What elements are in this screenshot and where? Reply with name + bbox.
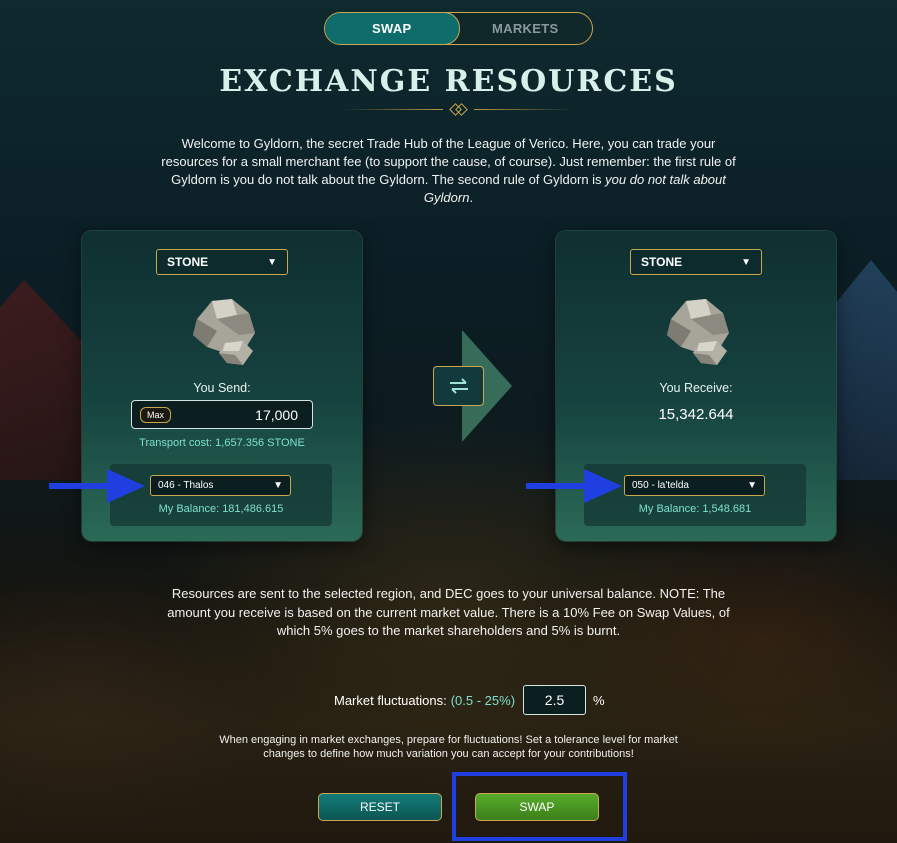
- receive-resource-select[interactable]: STONE ▼: [630, 249, 762, 275]
- chevron-down-icon: ▼: [267, 256, 277, 268]
- percent-sign: %: [593, 692, 605, 708]
- annotation-arrow-icon: [49, 469, 145, 503]
- transport-cost: Transport cost: 1,657.356 STONE: [139, 437, 305, 449]
- annotation-highlight-box: [452, 772, 627, 841]
- reset-button[interactable]: RESET: [318, 793, 442, 821]
- receive-amount: 15,342.644: [658, 406, 734, 423]
- market-fluctuation-row: Market fluctuations: (0.5 - 25%) 2.5 %: [334, 685, 605, 715]
- tab-markets[interactable]: MARKETS: [459, 13, 593, 44]
- send-region-select[interactable]: 046 - Thalos ▼: [150, 475, 291, 496]
- fluctuation-input[interactable]: 2.5: [523, 685, 587, 715]
- fee-note: Resources are sent to the selected regio…: [167, 586, 730, 638]
- chevron-down-icon: ▼: [741, 256, 751, 268]
- swap-direction-button[interactable]: [433, 366, 484, 406]
- you-receive-label: You Receive:: [659, 381, 733, 395]
- max-button[interactable]: Max: [140, 406, 172, 423]
- stone-icon: [193, 299, 255, 365]
- mode-toggle: SWAP MARKETS: [324, 12, 593, 45]
- send-amount-value: 17,000: [255, 406, 298, 423]
- annotation-arrow-icon: [526, 469, 622, 503]
- intro-text: Welcome to Gyldorn, the secret Trade Hub…: [161, 136, 736, 205]
- background-tent-left: [0, 280, 90, 480]
- chevron-down-icon: ▼: [747, 480, 757, 491]
- stone-icon: [667, 299, 729, 365]
- send-amount-input[interactable]: Max 17,000: [131, 400, 313, 429]
- swap-arrows-icon: [449, 378, 468, 394]
- title-divider: [343, 103, 574, 116]
- page-title: EXCHANGE RESOURCES: [219, 64, 678, 99]
- fluctuation-range: (0.5 - 25%): [450, 692, 516, 708]
- chevron-down-icon: ▼: [273, 480, 283, 491]
- fluctuation-label: Market fluctuations:: [334, 692, 447, 708]
- send-resource-select[interactable]: STONE ▼: [156, 249, 288, 275]
- you-send-label: You Send:: [193, 381, 251, 395]
- tab-swap[interactable]: SWAP: [325, 13, 460, 44]
- receive-region-select[interactable]: 050 - la'telda ▼: [624, 475, 765, 496]
- tolerance-text: When engaging in market exchanges, prepa…: [219, 734, 678, 760]
